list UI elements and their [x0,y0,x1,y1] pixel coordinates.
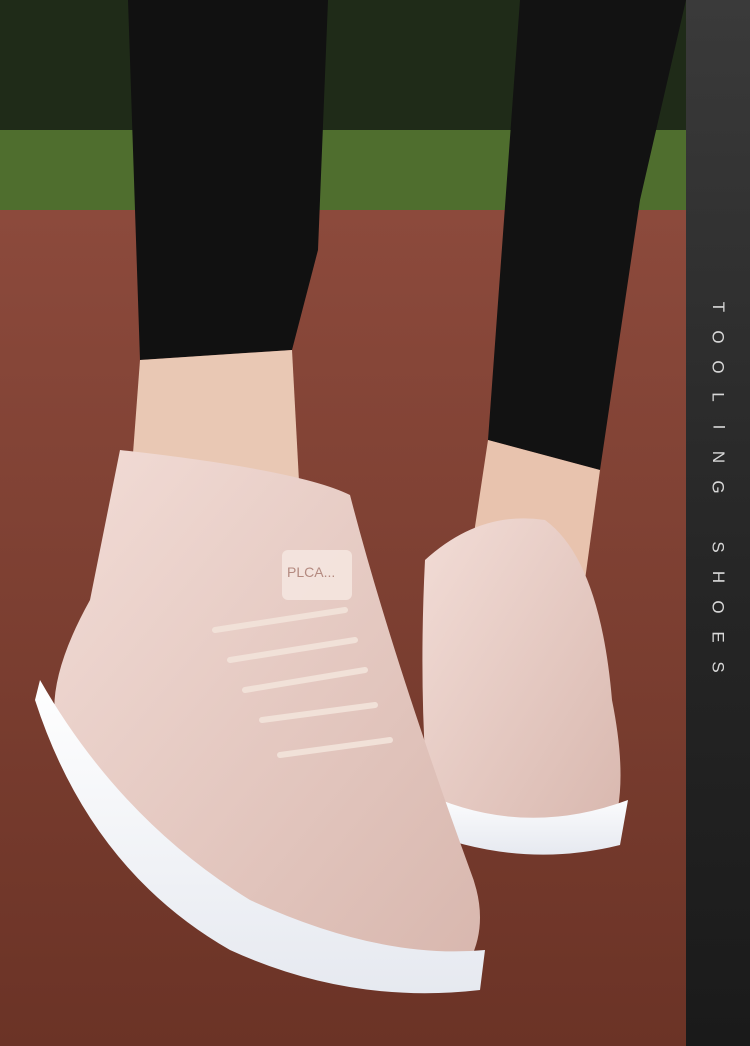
side-letter: H [709,570,728,584]
side-letter: O [708,360,728,374]
side-letter: O [708,330,728,344]
side-letter: T [708,301,728,313]
side-letter: O [708,600,728,614]
side-letter: E [709,631,728,643]
side-letter: G [708,480,728,494]
vertical-side-label: T O O L I N G S H O E S [706,292,730,682]
left-legging [128,0,328,360]
side-letter: N [709,450,728,464]
running-track-scene: PLCA... [0,0,686,1046]
side-letter: S [709,541,728,553]
product-photo: PLCA... T O O L I N G S H O E S [0,0,750,1046]
side-letter: S [709,661,728,673]
side-letter: I [708,424,728,430]
side-letter: L [709,392,728,402]
shoe-tongue-logo-text: PLCA... [287,564,335,580]
